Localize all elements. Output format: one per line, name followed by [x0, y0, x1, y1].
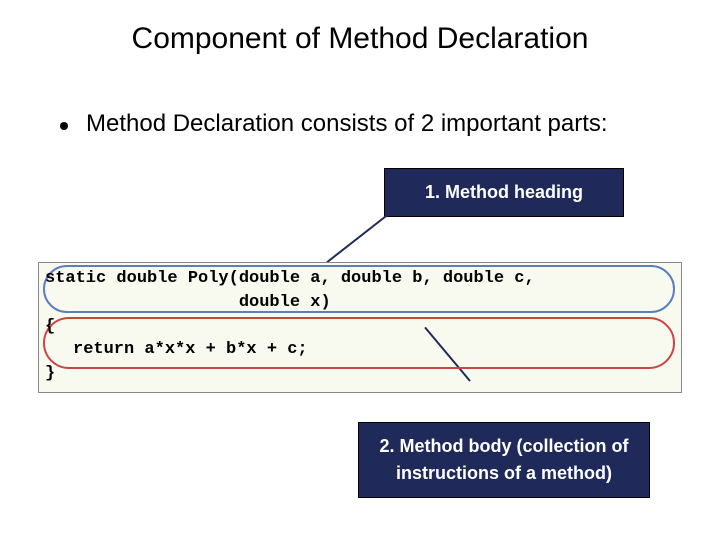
code-line-3: { — [45, 315, 675, 339]
slide-title: Component of Method Declaration — [0, 0, 720, 56]
code-line-1: static double Poly(double a, double b, d… — [45, 267, 675, 291]
callout-body-line2: instructions of a method) — [373, 460, 635, 487]
callout-body-line1: 2. Method body (collection of — [373, 433, 635, 460]
bullet-item: Method Declaration consists of 2 importa… — [60, 110, 680, 138]
code-line-2: double x) — [45, 291, 675, 315]
code-line-4: return a*x*x + b*x + c; — [45, 338, 675, 362]
code-line-5: } — [45, 362, 675, 386]
connector-line-heading — [326, 212, 390, 263]
callout-method-body: 2. Method body (collection of instructio… — [358, 422, 650, 498]
bullet-text: Method Declaration consists of 2 importa… — [86, 110, 608, 138]
bullet-dot-icon — [60, 122, 68, 130]
callout-method-heading: 1. Method heading — [384, 168, 624, 217]
code-block: static double Poly(double a, double b, d… — [38, 262, 682, 393]
